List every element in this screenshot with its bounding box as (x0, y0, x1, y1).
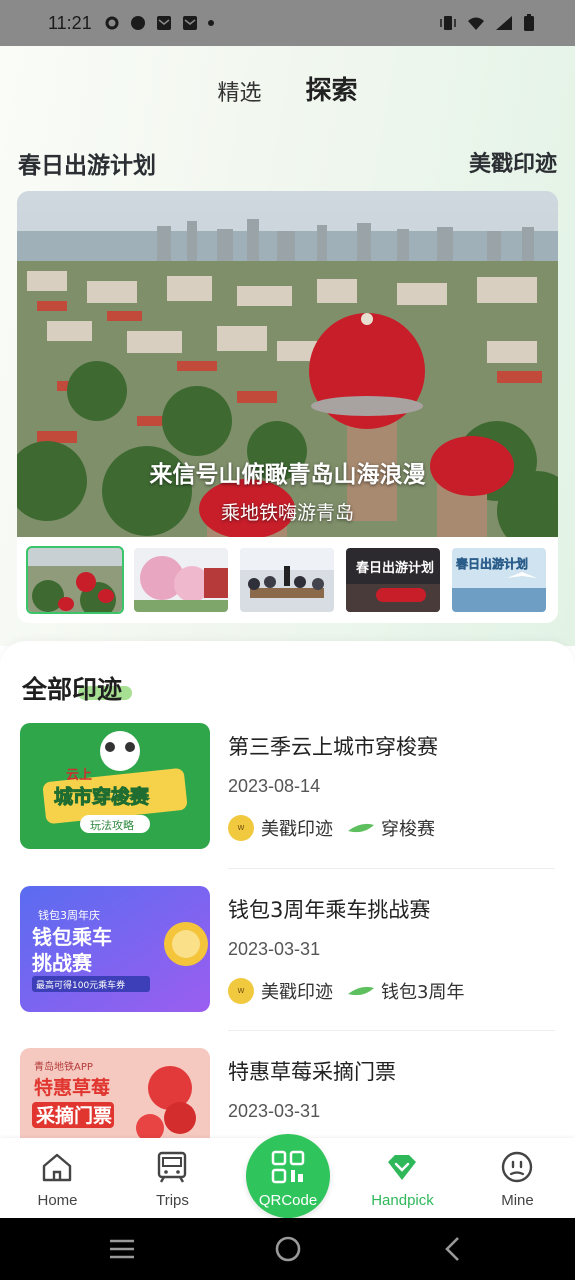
image-text: 特惠草莓 (34, 1076, 110, 1099)
leaf-icon (348, 986, 374, 996)
signal-icon (496, 16, 512, 30)
item-tags: W 美戳印迹 钱包3周年 (228, 978, 464, 1004)
tab-mine[interactable]: Mine (460, 1138, 575, 1218)
home-icon (42, 1153, 72, 1182)
settings-icon (105, 16, 119, 30)
thumbnail-image (240, 548, 334, 612)
item-date: 2023-03-31 (228, 1101, 321, 1121)
system-nav-bar (0, 1218, 575, 1280)
tab-qrcode[interactable]: QRCode (246, 1134, 330, 1218)
tab-label: Handpick (371, 1192, 434, 1209)
tag-label: 穿梭赛 (381, 819, 435, 840)
train-icon (157, 1151, 187, 1183)
tab-label: Mine (501, 1192, 534, 1209)
vibrate-icon (440, 16, 456, 30)
thumbnail-caption: 春日出游计划 (355, 560, 434, 576)
tag-label: 美戳印迹 (261, 982, 333, 1003)
mail-icon (156, 16, 171, 30)
image-text: 玩法攻略 (90, 818, 134, 832)
brand-logo-icon: W (228, 815, 254, 841)
tag-label: 美戳印迹 (261, 819, 333, 840)
image-text: 挑战赛 (32, 951, 93, 975)
top-tabs: 精选 探索 (0, 70, 575, 107)
list-item[interactable]: 云上 城市穿梭赛 玩法攻略 第三季云上城市穿梭赛 2023-08-14 W 美戳… (0, 722, 575, 882)
compass-icon (130, 16, 145, 30)
item-date: 2023-03-31 (228, 939, 321, 959)
thumbnail-image: 春日出游计划 (346, 548, 440, 612)
recents-icon[interactable] (108, 1238, 136, 1260)
tag-label: 钱包3周年 (381, 982, 465, 1003)
thumbnail-image (28, 548, 122, 612)
tab-label: Trips (156, 1192, 189, 1209)
item-image: 云上 城市穿梭赛 玩法攻略 (20, 723, 210, 849)
item-title: 钱包3周年乘车挑战赛 (228, 898, 431, 922)
hero-subtitle: 乘地铁嗨游青岛 (220, 502, 354, 524)
brand-logo-icon: W (228, 978, 254, 1004)
tab-home[interactable]: Home (0, 1138, 115, 1218)
section-link[interactable]: 美戳印迹 (469, 146, 557, 180)
item-image: 钱包3周年庆 钱包乘车 挑战赛 最高可得100元乘车券 (20, 886, 210, 1012)
item-image-graphic: 钱包3周年庆 钱包乘车 挑战赛 最高可得100元乘车券 (20, 886, 210, 1012)
hero-title: 来信号山俯瞰青岛山海浪漫 (149, 462, 426, 488)
tab-label: Home (37, 1192, 78, 1209)
mail-icon (182, 16, 197, 30)
item-title: 第三季云上城市穿梭赛 (228, 735, 438, 759)
thumbnail-1[interactable] (26, 546, 124, 614)
image-text: 采摘门票 (36, 1104, 112, 1127)
thumbnail-5[interactable]: 春日出游计划 (452, 548, 546, 612)
leaf-icon (348, 823, 374, 833)
tab-handpick[interactable]: Handpick (345, 1138, 460, 1218)
tab-trips[interactable]: Trips (115, 1138, 230, 1218)
item-title: 特惠草莓采摘门票 (228, 1060, 396, 1084)
image-text: 青岛地铁APP (34, 1060, 93, 1073)
status-time: 11:21 (48, 12, 92, 33)
thumbnail-caption: 春日出游计划 (455, 556, 528, 571)
divider (228, 868, 555, 869)
item-date: 2023-08-14 (228, 776, 321, 796)
image-text: 钱包3周年庆 (38, 908, 100, 922)
thumbnail-4[interactable]: 春日出游计划 (346, 548, 440, 612)
image-text: 城市穿梭赛 (54, 785, 150, 808)
image-text: 最高可得100元乘车券 (36, 979, 125, 991)
spring-section-header: 春日出游计划 美戳印迹 (18, 146, 557, 180)
thumbnail-2[interactable] (134, 548, 228, 612)
status-bar: 11:21 (0, 0, 575, 46)
gem-icon (388, 1155, 416, 1180)
notification-dot (207, 20, 214, 26)
qrcode-icon (271, 1150, 305, 1184)
item-tags: W 美戳印迹 穿梭赛 (228, 815, 435, 841)
wifi-icon (468, 17, 484, 30)
divider (228, 1030, 555, 1031)
tab-featured[interactable]: 精选 (217, 75, 261, 107)
face-icon (501, 1151, 533, 1183)
back-icon[interactable] (442, 1236, 462, 1262)
thumbnail-image: 春日出游计划 (452, 548, 546, 612)
battery-icon (524, 14, 534, 31)
thumbnail-image (134, 548, 228, 612)
section-title: 春日出游计划 (18, 153, 156, 179)
thumbnail-strip: 春日出游计划 春日出游计划 (17, 537, 558, 623)
image-text: 钱包乘车 (32, 925, 112, 949)
tab-label: QRCode (258, 1192, 318, 1209)
image-text: 云上 (66, 768, 92, 783)
tab-explore[interactable]: 探索 (306, 70, 358, 107)
home-nav-icon[interactable] (274, 1235, 302, 1263)
panel-title: 全部印迹 (22, 675, 123, 704)
item-image-graphic: 云上 城市穿梭赛 玩法攻略 (20, 723, 210, 849)
thumbnail-3[interactable] (240, 548, 334, 612)
list-item[interactable]: 钱包3周年庆 钱包乘车 挑战赛 最高可得100元乘车券 钱包3周年乘车挑战赛 2… (0, 885, 575, 1045)
